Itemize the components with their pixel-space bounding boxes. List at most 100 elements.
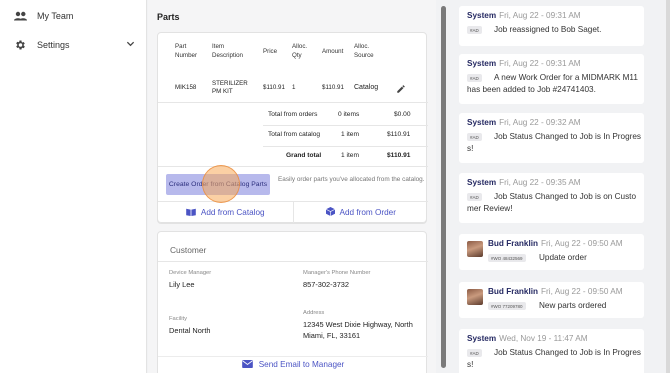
manager-phone-label: Manager's Phone Number: [303, 270, 371, 276]
avatar: [467, 289, 483, 305]
amount-cell: $110.91: [322, 84, 344, 91]
message-text: Job Status Changed to Job is on Customer…: [467, 192, 637, 213]
feed-message: Bud Franklin Fri, Aug 22 - 09:50 AM #WO 4…: [459, 234, 644, 270]
book-icon: [186, 208, 196, 218]
send-email-label: Send Email to Manager: [258, 360, 345, 369]
message-header: System Fri, Aug 22 - 09:31 AM: [467, 11, 581, 20]
message-time: Wed, Nov 19 - 11:47 AM: [499, 334, 588, 343]
column-header-price: Price: [263, 48, 278, 55]
customer-card: Customer Device Manager Lily Lee Manager…: [157, 231, 428, 373]
part-number-cell: MIK158: [175, 84, 197, 91]
feed-message: System Fri, Aug 22 - 09:35 AM #AD Job Sta…: [459, 173, 644, 223]
click-indicator: [202, 165, 240, 203]
feed-message: System Fri, Aug 22 - 09:32 AM #AD Job Sta…: [459, 113, 644, 163]
message-header: System Fri, Aug 22 - 09:35 AM: [467, 178, 581, 187]
message-time: Fri, Aug 22 - 09:50 AM: [541, 239, 623, 248]
activity-feed: System Fri, Aug 22 - 09:31 AM #AD Job rea…: [450, 0, 666, 373]
divider: [158, 261, 428, 262]
add-from-order-button[interactable]: Add from Order: [294, 202, 429, 223]
message-chip: #AD: [467, 26, 482, 34]
box-icon: [325, 207, 335, 218]
main-scrollbar[interactable]: [441, 6, 446, 368]
feed-message: System Fri, Aug 22 - 09:31 AM #AD Job rea…: [459, 6, 644, 46]
add-parts-bar: Add from Catalog Add from Order: [157, 201, 429, 223]
feed-message: System Wed, Nov 19 - 11:47 AM #AD Job Sta…: [459, 329, 644, 373]
message-text: Update order: [539, 253, 587, 262]
grand-total-amount: $110.91: [387, 152, 411, 159]
sidebar-item-settings[interactable]: Settings: [0, 31, 147, 59]
message-time: Fri, Aug 22 - 09:31 AM: [499, 59, 581, 68]
message-text: Job Status Changed to Job is In Progress…: [467, 132, 642, 153]
total-orders-amount: $0.00: [394, 111, 411, 118]
row-divider: [263, 146, 428, 147]
feed-message: Bud Franklin Fri, Aug 22 - 09:50 AM #WO 7…: [459, 282, 644, 318]
address-label: Address: [303, 310, 325, 316]
column-header-item-description: Item Description: [212, 43, 243, 59]
message-header: Bud Franklin Fri, Aug 22 - 09:50 AM: [488, 239, 623, 248]
message-time: Fri, Aug 22 - 09:32 AM: [499, 118, 581, 127]
total-orders-items: 0 items: [338, 111, 360, 118]
message-author: System: [467, 178, 497, 187]
edit-icon[interactable]: [396, 81, 406, 99]
facility-label: Facility: [169, 316, 188, 322]
facility-value: Dental North: [169, 326, 211, 335]
feed-message: System Fri, Aug 22 - 09:31 AM #AD A new W…: [459, 54, 644, 104]
message-time: Fri, Aug 22 - 09:35 AM: [499, 178, 581, 187]
message-author: Bud Franklin: [488, 287, 539, 296]
chevron-down-icon: [126, 39, 135, 50]
device-manager-label: Device Manager: [169, 270, 212, 276]
grand-total-items: 1 item: [341, 152, 359, 159]
customer-title: Customer: [170, 245, 207, 255]
row-divider: [158, 102, 428, 103]
row-divider: [158, 166, 428, 167]
sidebar-item-my-team[interactable]: My Team: [0, 2, 147, 30]
total-catalog-amount: $110.91: [387, 131, 411, 138]
people-icon: [13, 9, 27, 23]
alloc-source-cell: Catalog: [354, 84, 379, 91]
message-author: System: [467, 334, 497, 343]
column-header-amount: Amount: [322, 48, 344, 55]
address-value: 12345 West Dixie Highway, North Miami, F…: [303, 320, 413, 340]
column-header-part-number: Part Number: [175, 43, 198, 59]
item-description-cell: STERILIZER PM KIT: [212, 80, 248, 95]
message-time: Fri, Aug 22 - 09:31 AM: [499, 11, 581, 20]
sidebar-item-label: My Team: [37, 11, 74, 21]
message-author: System: [467, 11, 497, 20]
message-author: System: [467, 59, 497, 68]
feed-scrollbar[interactable]: [666, 0, 670, 373]
message-chip: #WO 77209780: [488, 302, 526, 310]
message-text: Job reassigned to Bob Saget.: [494, 25, 602, 34]
message-header: System Fri, Aug 22 - 09:31 AM: [467, 59, 581, 68]
message-text: New parts ordered: [539, 301, 607, 310]
total-catalog-label: Total from catalog: [268, 131, 321, 138]
sidebar-item-label: Settings: [37, 40, 70, 50]
job-detail-main: Parts Part Number Item Description Price…: [148, 0, 436, 373]
add-from-order-label: Add from Order: [339, 208, 396, 217]
message-text: Job Status Changed to Job is In Progress…: [467, 348, 642, 369]
add-from-catalog-label: Add from Catalog: [200, 208, 265, 217]
column-header-alloc-source: Alloc. Source: [354, 43, 374, 59]
column-header-alloc-qty: Alloc. Qty: [292, 43, 308, 59]
create-order-help-text: Easily order parts you've allocated from…: [278, 176, 425, 183]
total-orders-label: Total from orders: [268, 111, 318, 118]
add-from-catalog-button[interactable]: Add from Catalog: [158, 202, 294, 223]
message-header: Bud Franklin Fri, Aug 22 - 09:50 AM: [488, 287, 623, 296]
mail-icon: [241, 359, 253, 370]
message-header: System Wed, Nov 19 - 11:47 AM: [467, 334, 588, 343]
gear-icon: [13, 38, 27, 52]
message-author: System: [467, 118, 497, 127]
parts-card: Part Number Item Description Price Alloc…: [157, 32, 428, 224]
alloc-qty-cell: 1: [292, 84, 296, 91]
grand-total-label: Grand total: [286, 152, 322, 159]
manager-phone-value[interactable]: 857-302-3732: [303, 279, 349, 290]
row-divider: [263, 125, 428, 126]
total-catalog-items: 1 item: [341, 131, 359, 138]
send-email-to-manager-button[interactable]: Send Email to Manager: [158, 356, 428, 372]
message-text: A new Work Order for a MIDMARK M11 has b…: [467, 73, 638, 94]
sidebar: My Team Settings: [0, 0, 147, 373]
message-header: System Fri, Aug 22 - 09:32 AM: [467, 118, 581, 127]
parts-section-title: Parts: [157, 12, 180, 22]
device-manager-value: Lily Lee: [169, 280, 195, 289]
avatar: [467, 241, 483, 257]
price-cell: $110.91: [263, 84, 285, 91]
